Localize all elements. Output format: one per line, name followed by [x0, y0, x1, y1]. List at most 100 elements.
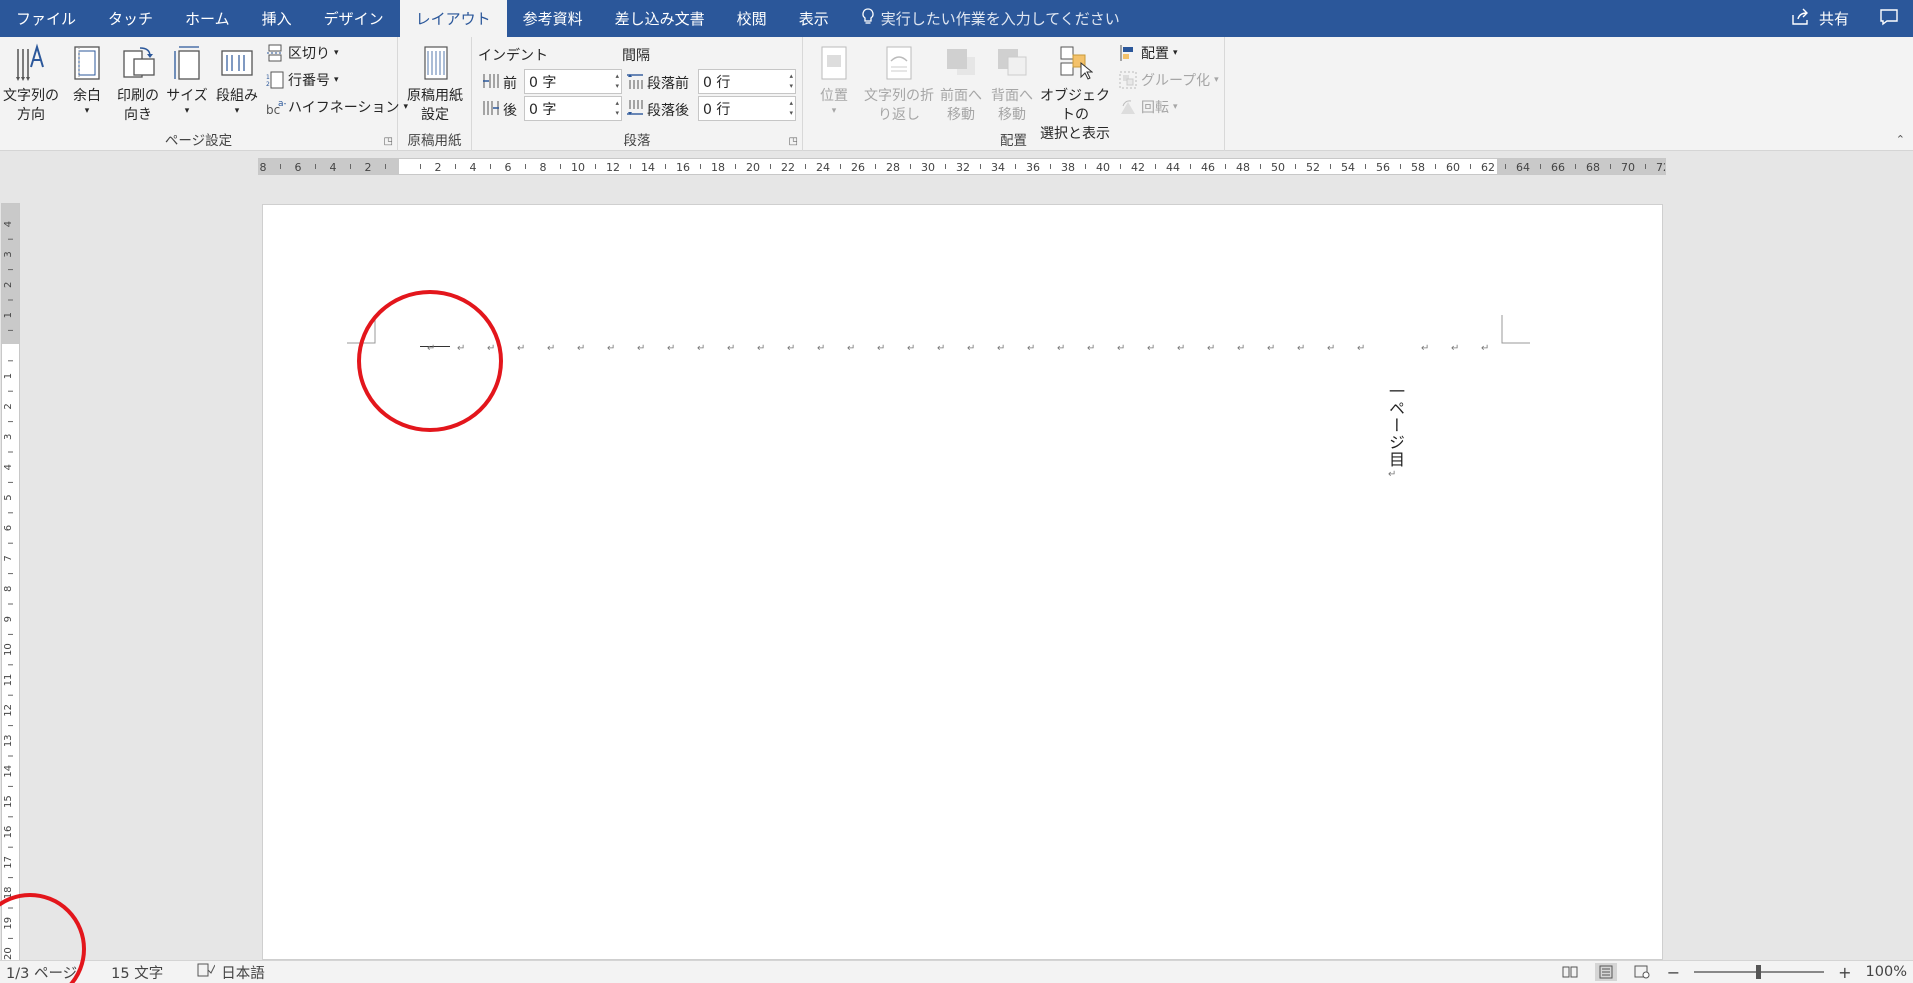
ruler-tick-label: 64 — [1516, 161, 1530, 174]
group-icon — [1119, 71, 1137, 89]
paragraph-mark-icon: ↵ — [667, 343, 676, 354]
ruler-tick-label: 62 — [1481, 161, 1495, 174]
margins-icon — [69, 43, 105, 83]
orientation-button[interactable]: 印刷の 向き — [112, 43, 164, 125]
tab-touch[interactable]: タッチ — [92, 0, 169, 37]
ruler-tick-label: 36 — [1026, 161, 1040, 174]
spin-arrows-icon[interactable]: ▴ ▾ — [789, 98, 793, 118]
page-count[interactable]: 1/3 ページ — [6, 962, 77, 983]
indent-before-value: 0 字 — [529, 74, 557, 91]
ruler-tick-label: 12 — [606, 161, 620, 174]
ruler-tick-label: 70 — [1621, 161, 1635, 174]
ruler-tick-label: 11 — [3, 674, 14, 687]
ruler-tick-label: 19 — [3, 917, 14, 930]
tab-design[interactable]: デザイン — [308, 0, 400, 37]
breaks-button[interactable]: 区切り ▾ — [266, 43, 339, 63]
hyphenation-button[interactable]: bc a- ハイフネーション ▾ — [266, 97, 408, 117]
group-page-setup: 文字列の 方向 余白 ▾ 印刷の 向き サイズ ▾ 段組み ▾ 区切り ▾ 1 … — [0, 37, 408, 151]
indent-before-input[interactable]: 0 字 ▴ ▾ — [524, 69, 622, 94]
position-button[interactable]: 位置 ▾ — [811, 43, 857, 116]
spin-arrows-icon[interactable]: ▴ ▾ — [789, 71, 793, 91]
horizontal-ruler[interactable]: 8 6 4 2 2 4 6 8 10 12 14 16 18 20 22 24 26 28 30 32 34 36 38 40… — [258, 158, 1666, 175]
ruler-tick-label: 18 — [711, 161, 725, 174]
ruler-tick-label: 18 — [3, 886, 14, 899]
paragraph-mark-icon: ↵ — [877, 343, 886, 354]
share-icon — [1791, 8, 1811, 30]
ruler-tick-label: 12 — [3, 704, 14, 717]
print-layout-icon[interactable] — [1594, 963, 1617, 981]
tab-review[interactable]: 校閲 — [721, 0, 783, 37]
columns-button[interactable]: 段組み ▾ — [212, 43, 262, 116]
manuscript-settings-button[interactable]: 原稿用紙 設定 — [402, 43, 468, 125]
vertical-ruler-ticks: 43211234567891011121314151617181920 — [3, 221, 14, 960]
position-label: 位置 — [820, 88, 848, 104]
svg-text:a-: a- — [278, 99, 286, 109]
ruler-tick-label: 38 — [1061, 161, 1075, 174]
send-backward-button[interactable]: 背面へ 移動 — [987, 43, 1037, 125]
paragraph-mark-icon: ↵ — [577, 343, 586, 354]
vertical-ruler[interactable]: 4 3 2 1 1 2 3 4 5 6 7 8 9 10 11 12 13 14 15 16 17 18 19 20 — [1, 203, 20, 963]
size-button[interactable]: サイズ ▾ — [166, 43, 208, 116]
spacing-after-label: 段落後 — [647, 103, 689, 119]
text-direction-button[interactable]: 文字列の 方向 — [2, 43, 60, 125]
paragraph-mark-icon: ↵ — [547, 343, 556, 354]
comments-icon[interactable] — [1879, 8, 1899, 30]
spacing-before-input[interactable]: 0 行 ▴ ▾ — [698, 69, 796, 94]
margins-label: 余白 — [73, 88, 101, 104]
spacing-after-input[interactable]: 0 行 ▴ ▾ — [698, 96, 796, 121]
tab-insert[interactable]: 挿入 — [246, 0, 308, 37]
ruler-tick-label: 15 — [3, 795, 14, 808]
rotate-button[interactable]: 回転 ▾ — [1119, 97, 1178, 117]
tab-layout[interactable]: レイアウト — [399, 0, 507, 37]
margins-button[interactable]: 余白 ▾ — [66, 43, 108, 116]
orientation-icon — [120, 43, 156, 83]
web-layout-icon[interactable] — [1631, 963, 1653, 981]
align-button[interactable]: 配置 ▾ — [1119, 43, 1178, 63]
ruler-tick-label: 5 — [3, 494, 14, 500]
tab-mailings[interactable]: 差し込み文書 — [599, 0, 721, 37]
read-mode-icon[interactable] — [1559, 963, 1581, 981]
zoom-slider-thumb[interactable] — [1756, 965, 1762, 979]
paragraph-mark-icon: ↵ — [1237, 343, 1246, 354]
spacing-before-label: 段落前 — [647, 76, 689, 92]
tab-references[interactable]: 参考資料 — [507, 0, 599, 37]
word-count[interactable]: 15 文字 — [111, 962, 163, 983]
wrap-text-button[interactable]: 文字列の折 り返し — [857, 43, 941, 125]
svg-text:2: 2 — [266, 81, 270, 88]
ruler-tick-label: 22 — [781, 161, 795, 174]
paragraph-launcher-icon[interactable]: ◳ — [789, 136, 798, 147]
page-setup-launcher-icon[interactable]: ◳ — [384, 136, 393, 147]
vertical-text[interactable]: 一ページ目 — [1383, 383, 1407, 468]
collapse-ribbon-icon[interactable]: ⌃ — [1896, 133, 1905, 146]
bring-forward-button[interactable]: 前面へ 移動 — [937, 43, 985, 125]
zoom-level[interactable]: 100% — [1866, 964, 1907, 980]
spacing-heading: 間隔 — [622, 48, 650, 64]
tab-file[interactable]: ファイル — [0, 0, 92, 37]
spacing-before-icon — [626, 72, 644, 90]
text-direction-icon — [13, 43, 49, 83]
tab-home[interactable]: ホーム — [169, 0, 246, 37]
tell-me-box[interactable]: 実行したい作業を入力してください — [845, 0, 1120, 37]
paragraph-mark-icon: ↵ — [727, 343, 736, 354]
ruler-tick-label: 46 — [1201, 161, 1215, 174]
horizontal-ruler-ticks: 8 6 4 2 2 4 6 8 10 12 14 16 18 20 22 24 26 28 30 32 34 36 38 40… — [260, 161, 1666, 174]
manuscript-paper-icon — [417, 43, 453, 83]
paragraph-mark-icon: ↵ — [1421, 343, 1430, 354]
group-button[interactable]: グループ化 ▾ — [1119, 70, 1219, 90]
share-button[interactable]: 共有 — [1791, 8, 1849, 30]
share-label: 共有 — [1818, 10, 1849, 28]
indent-after-input[interactable]: 0 字 ▴ ▾ — [524, 96, 622, 121]
breaks-label: 区切り — [288, 46, 330, 62]
line-numbers-button[interactable]: 12 行番号 ▾ — [266, 70, 339, 90]
ruler-tick-label: 16 — [3, 826, 14, 839]
language-indicator[interactable]: 日本語 — [197, 962, 265, 983]
group-manuscript: 原稿用紙 設定 原稿用紙 — [398, 37, 472, 151]
spin-arrows-icon[interactable]: ▴ ▾ — [615, 98, 619, 118]
zoom-in-button[interactable]: + — [1838, 963, 1851, 982]
status-bar: 1/3 ページ 15 文字 日本語 − + 100% — [0, 960, 1913, 983]
tab-view[interactable]: 表示 — [783, 0, 845, 37]
document-page[interactable]: ↵ ↵ ↵ ↵ ↵ ↵ ↵ ↵ ↵ ↵ ↵ ↵ ↵ ↵ ↵ ↵ ↵ ↵ ↵ ↵ ↵ ↵ ↵ ↵ ↵ ↵ ↵ ↵ ↵ ↵ ↵ ↵ ↵ ↵ ↵ 一ページ… — [262, 204, 1663, 960]
zoom-out-button[interactable]: − — [1667, 963, 1680, 982]
zoom-slider[interactable] — [1694, 965, 1825, 979]
spin-arrows-icon[interactable]: ▴ ▾ — [615, 71, 619, 91]
